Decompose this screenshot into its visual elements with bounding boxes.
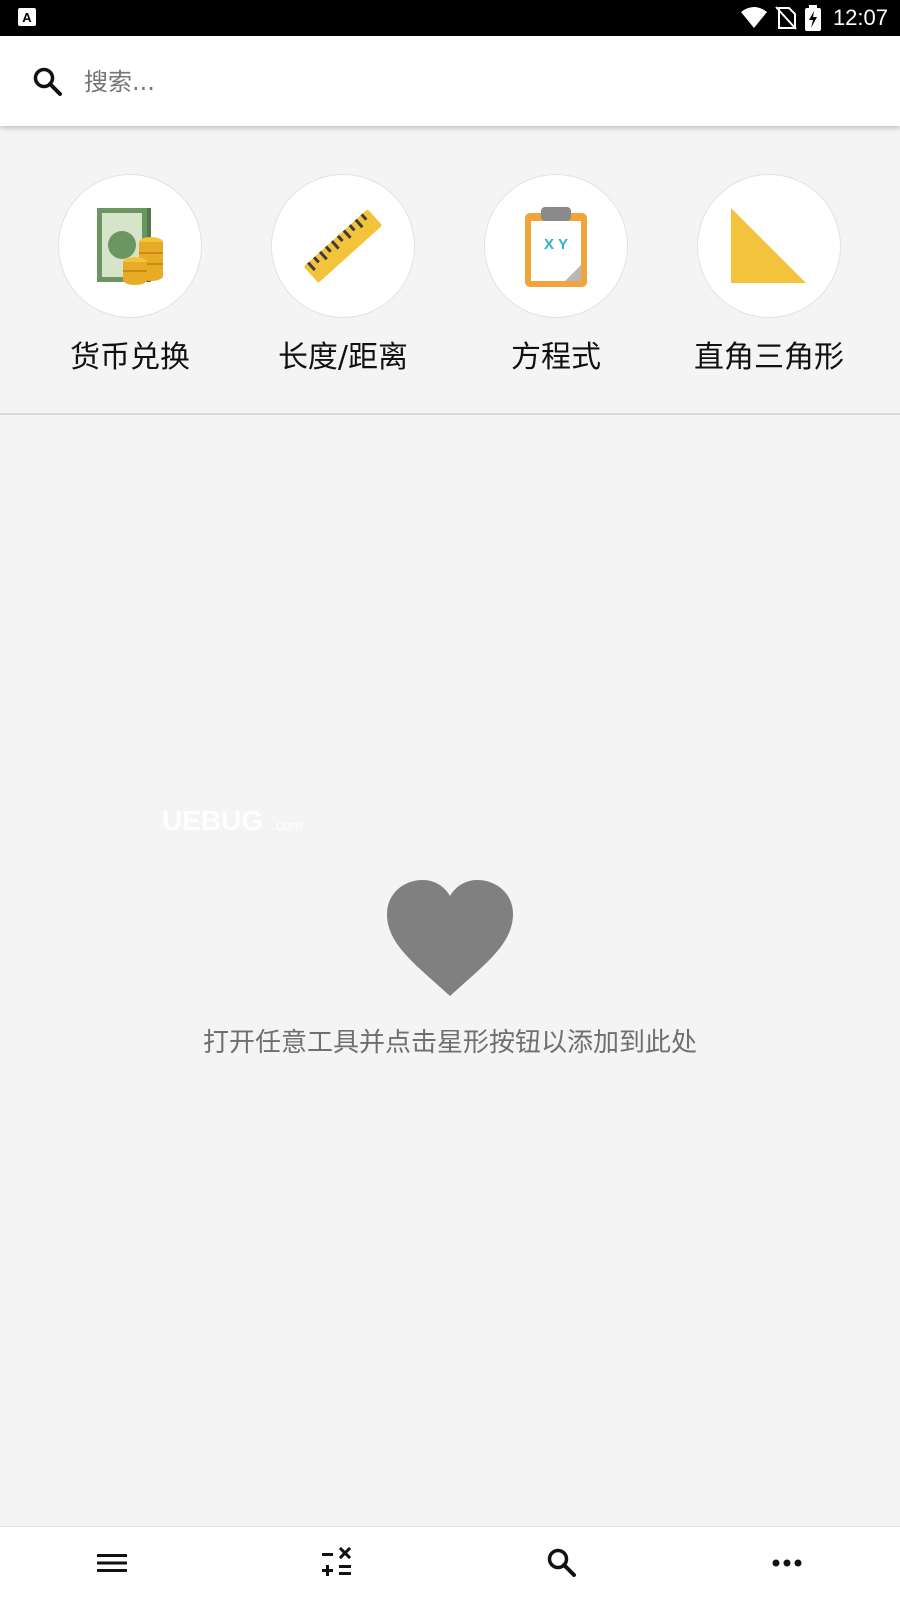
tool-icon-circle (697, 174, 841, 318)
search-icon[interactable] (32, 66, 64, 98)
svg-text:UEBUG: UEBUG (162, 805, 263, 836)
empty-favorites-message: 打开任意工具并点击星形按钮以添加到此处 (202, 1028, 697, 1058)
svg-text:A: A (22, 10, 32, 25)
ruler-icon (304, 209, 382, 283)
tool-equations[interactable]: X Y 方程式 (456, 174, 656, 384)
right-triangle-icon (731, 208, 806, 283)
no-sim-icon (775, 6, 797, 30)
calculator-ops-icon (322, 1547, 352, 1576)
watermark-logo: UEBUG .com (162, 805, 302, 836)
currency-exchange-icon (97, 208, 163, 285)
tool-length-distance[interactable]: 长度/距离 (243, 174, 443, 384)
status-time: 12:07 (832, 5, 888, 30)
battery-charging-icon (804, 5, 821, 31)
tool-currency-exchange[interactable]: 货币兑换 (30, 174, 230, 384)
tool-label: 货币兑换 (70, 340, 190, 375)
tool-label: 长度/距离 (277, 340, 409, 375)
more-icon (772, 1559, 802, 1567)
wifi-icon (740, 7, 767, 28)
tool-right-triangle[interactable]: 直角三角形 (669, 174, 869, 384)
tool-icon-circle (58, 174, 202, 318)
status-bar: A 12:07 (0, 0, 900, 36)
search-input[interactable] (82, 56, 866, 108)
search-icon (547, 1548, 576, 1577)
bottom-navigation (0, 1526, 900, 1600)
app-notification-icon: A (18, 8, 36, 26)
nav-more-button[interactable] (675, 1527, 900, 1600)
nav-search-button[interactable] (450, 1527, 675, 1600)
heart-icon (387, 880, 513, 996)
status-indicators: 12:07 (740, 0, 888, 36)
tool-label: 直角三角形 (694, 340, 844, 375)
section-divider (0, 413, 900, 415)
clipboard-xy-icon: X Y (525, 207, 587, 287)
svg-text:X Y: X Y (544, 236, 568, 253)
tool-label: 方程式 (511, 340, 601, 375)
nav-calculator-button[interactable] (225, 1527, 450, 1600)
menu-icon (97, 1554, 127, 1572)
nav-menu-button[interactable] (0, 1527, 225, 1600)
search-bar (0, 36, 900, 126)
tool-icon-circle: X Y (484, 174, 628, 318)
featured-tools: 货币兑换 长度/距离 X Y 方程式 直角三角形 (0, 160, 900, 380)
tool-icon-circle (271, 174, 415, 318)
svg-text:.com: .com (272, 817, 302, 833)
